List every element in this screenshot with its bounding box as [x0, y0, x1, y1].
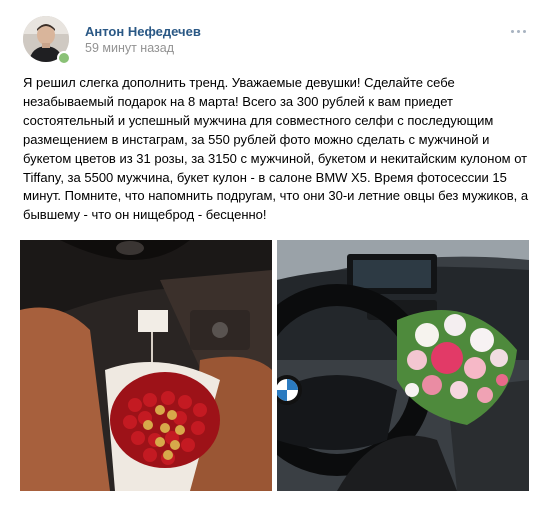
post-photo-flowers[interactable] [277, 240, 529, 491]
more-dot-icon [516, 29, 520, 33]
post-more-actions-button[interactable] [508, 26, 528, 36]
author-name-link[interactable]: Антон Нефедечев [85, 24, 201, 39]
online-status-indicator [57, 51, 71, 65]
car-steering-wheel-flowers-photo-icon [277, 240, 529, 491]
more-dot-icon [522, 29, 526, 33]
car-interior-roses-bouquet-photo-icon [20, 240, 272, 491]
post-timestamp[interactable]: 59 минут назад [85, 41, 174, 55]
post-text: Я решил слегка дополнить тренд. Уважаемы… [23, 75, 529, 223]
post-card: Антон Нефедечев 59 минут назад Я решил с… [0, 0, 550, 511]
more-dot-icon [510, 29, 514, 33]
post-photo-roses[interactable] [20, 240, 272, 491]
